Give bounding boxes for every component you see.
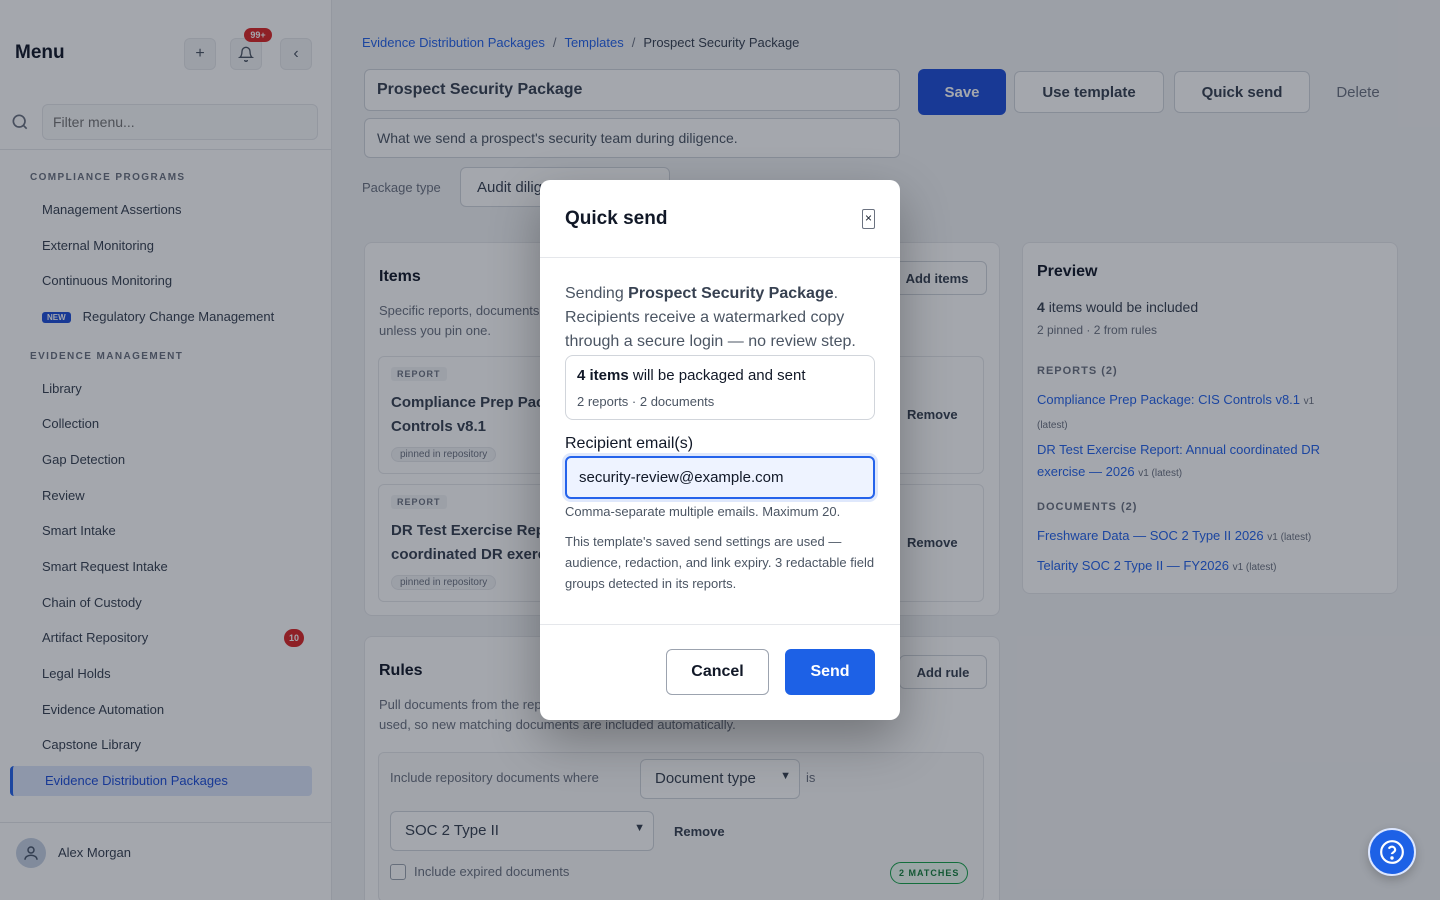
- summary-breakdown: 2 reports · 2 documents: [577, 394, 715, 409]
- help-button[interactable]: [1368, 828, 1416, 876]
- cancel-button[interactable]: Cancel: [666, 649, 769, 695]
- package-name: Prospect Security Package: [628, 285, 834, 302]
- question-circle-icon: [1380, 840, 1404, 864]
- quick-send-dialog: Quick send × Sending Prospect Security P…: [540, 180, 900, 720]
- email-help-text: Comma-separate multiple emails. Maximum …: [565, 504, 841, 519]
- dialog-intro: Sending Prospect Security Package. Recip…: [565, 285, 856, 350]
- send-summary: 4 items will be packaged and sent 2 repo…: [565, 355, 875, 420]
- dialog-title: Quick send: [565, 208, 668, 229]
- recipient-email-label: Recipient email(s): [565, 435, 694, 452]
- close-icon: ×: [864, 211, 872, 225]
- send-settings-note: This template's saved send settings are …: [565, 534, 875, 591]
- send-button[interactable]: Send: [785, 649, 875, 695]
- summary-count: 4 items will be packaged and sent: [577, 367, 806, 384]
- recipient-email-input[interactable]: [565, 456, 875, 499]
- close-button[interactable]: ×: [862, 209, 875, 229]
